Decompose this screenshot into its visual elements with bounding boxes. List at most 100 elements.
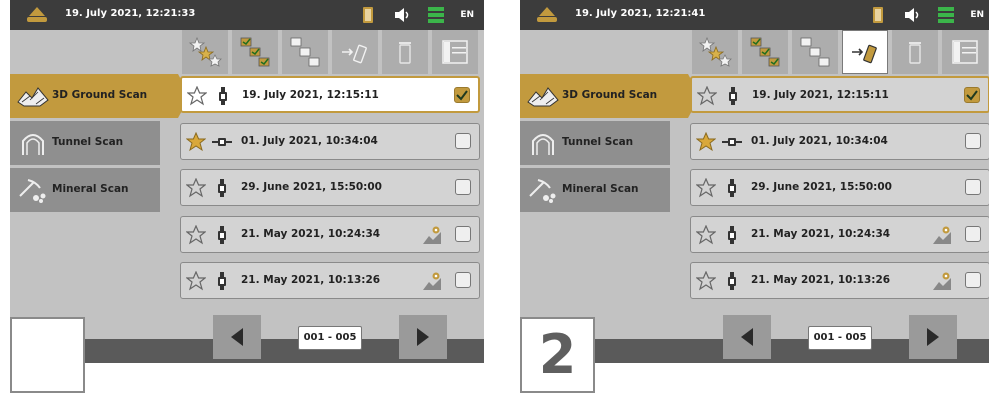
row-checkbox[interactable]	[455, 179, 471, 195]
ground-scan-icon	[527, 87, 559, 107]
star-empty-icon[interactable]	[186, 271, 206, 291]
tunnel-probe-icon	[722, 137, 742, 146]
step-number: 2	[538, 323, 577, 386]
page-indicator: 001 - 005	[808, 326, 872, 350]
sidebar-item-label: Tunnel Scan	[562, 136, 634, 148]
sidebar-item-mineral-scan[interactable]: Mineral Scan	[10, 168, 160, 212]
star-empty-icon[interactable]	[697, 86, 717, 106]
star-empty-icon[interactable]	[187, 86, 207, 106]
deselect-icon	[290, 37, 320, 67]
arrow-right-icon	[417, 328, 429, 346]
select-all-button[interactable]	[742, 30, 788, 74]
status-bar: 19. July 2021, 12:21:33 EN	[10, 0, 484, 30]
star-empty-icon[interactable]	[696, 178, 716, 198]
tunnel-icon	[532, 134, 554, 155]
probe-icon	[218, 272, 226, 290]
scan-row-label: 21. May 2021, 10:13:26	[241, 274, 381, 286]
battery-icon[interactable]	[358, 5, 378, 25]
mineral-icon	[529, 179, 556, 203]
details-button[interactable]	[432, 30, 478, 74]
status-time: 19. July 2021, 12:21:33	[65, 8, 196, 19]
map-location-icon[interactable]	[421, 270, 443, 292]
scan-row-label: 29. June 2021, 15:50:00	[241, 181, 382, 193]
scan-row[interactable]: 01. July 2021, 10:34:04	[690, 122, 989, 160]
row-checkbox[interactable]	[965, 132, 981, 149]
star-empty-icon[interactable]	[186, 178, 206, 198]
export-icon	[342, 44, 367, 64]
row-checkbox[interactable]	[965, 272, 981, 288]
row-checkbox[interactable]	[455, 132, 471, 149]
trash-icon	[909, 42, 921, 64]
scan-row[interactable]: 21. May 2021, 10:13:26	[180, 262, 480, 299]
volume-icon[interactable]	[902, 5, 922, 25]
toolbar	[182, 30, 482, 74]
checkmark-icon	[456, 90, 468, 101]
favorites-button[interactable]	[692, 30, 738, 74]
row-checkbox[interactable]	[455, 225, 471, 242]
scan-row[interactable]: 29. June 2021, 15:50:00	[690, 169, 989, 206]
map-location-icon[interactable]	[931, 270, 953, 292]
mineral-icon	[19, 179, 46, 203]
scan-row[interactable]: 19. July 2021, 12:15:11	[180, 76, 480, 113]
select-all-icon	[750, 37, 780, 67]
language-selector[interactable]: EN	[970, 10, 984, 20]
export-button[interactable]	[842, 30, 888, 74]
sidebar-item-tunnel-scan[interactable]: Tunnel Scan	[10, 121, 160, 165]
previous-page-button[interactable]	[213, 315, 261, 359]
map-location-icon[interactable]	[421, 224, 443, 246]
row-checkbox[interactable]	[454, 87, 470, 103]
status-bar: 19. July 2021, 12:21:41 EN	[520, 0, 989, 30]
volume-icon[interactable]	[392, 5, 412, 25]
deselect-button[interactable]	[282, 30, 328, 74]
probe-icon	[218, 225, 226, 244]
next-page-button[interactable]	[909, 315, 957, 359]
star-empty-icon[interactable]	[696, 224, 716, 245]
sidebar-item-3d-ground-scan[interactable]: 3D Ground Scan	[10, 74, 190, 118]
delete-button[interactable]	[382, 30, 428, 74]
probe-icon	[219, 87, 227, 105]
sidebar-item-label: Mineral Scan	[562, 183, 639, 195]
row-checkbox[interactable]	[965, 225, 981, 242]
battery-icon[interactable]	[868, 5, 888, 25]
star-empty-icon[interactable]	[696, 271, 716, 291]
scan-row[interactable]: 21. May 2021, 10:24:34	[180, 215, 480, 253]
star-filled-icon[interactable]	[696, 131, 716, 152]
row-checkbox[interactable]	[455, 272, 471, 288]
scan-row[interactable]: 21. May 2021, 10:24:34	[690, 215, 989, 253]
map-location-icon[interactable]	[931, 224, 953, 246]
sidebar-item-mineral-scan[interactable]: Mineral Scan	[520, 168, 670, 212]
scan-row-label: 29. June 2021, 15:50:00	[751, 181, 892, 193]
scan-row-label: 01. July 2021, 10:34:04	[751, 134, 888, 147]
scan-row[interactable]: 29. June 2021, 15:50:00	[180, 169, 480, 206]
scan-row[interactable]: 19. July 2021, 12:15:11	[690, 76, 989, 113]
scan-list: 19. July 2021, 12:15:11 01. July 2021, 1…	[180, 76, 480, 309]
ground-scan-icon	[17, 87, 49, 107]
previous-page-button[interactable]	[723, 315, 771, 359]
deselect-button[interactable]	[792, 30, 838, 74]
details-button[interactable]	[942, 30, 988, 74]
star-filled-icon[interactable]	[186, 131, 206, 152]
probe-icon	[728, 225, 736, 244]
probe-icon	[218, 179, 226, 197]
delete-button[interactable]	[892, 30, 938, 74]
language-selector[interactable]: EN	[460, 10, 474, 20]
checkmark-icon	[966, 90, 978, 101]
tunnel-icon	[22, 134, 44, 155]
scan-row[interactable]: 01. July 2021, 10:34:04	[180, 122, 480, 160]
favorites-button[interactable]	[182, 30, 228, 74]
export-button[interactable]	[332, 30, 378, 74]
signal-status-icon[interactable]	[936, 5, 956, 25]
arrow-right-icon	[927, 328, 939, 346]
deselect-icon	[800, 37, 830, 67]
select-all-button[interactable]	[232, 30, 278, 74]
row-checkbox[interactable]	[964, 87, 980, 103]
row-checkbox[interactable]	[965, 179, 981, 195]
signal-status-icon[interactable]	[426, 5, 446, 25]
star-empty-icon[interactable]	[186, 224, 206, 245]
scan-row[interactable]: 21. May 2021, 10:13:26	[690, 262, 989, 299]
next-page-button[interactable]	[399, 315, 447, 359]
sidebar-item-tunnel-scan[interactable]: Tunnel Scan	[520, 121, 670, 165]
sidebar-item-label: Mineral Scan	[52, 183, 129, 195]
sidebar-item-3d-ground-scan[interactable]: 3D Ground Scan	[520, 74, 700, 118]
details-icon	[442, 40, 468, 64]
